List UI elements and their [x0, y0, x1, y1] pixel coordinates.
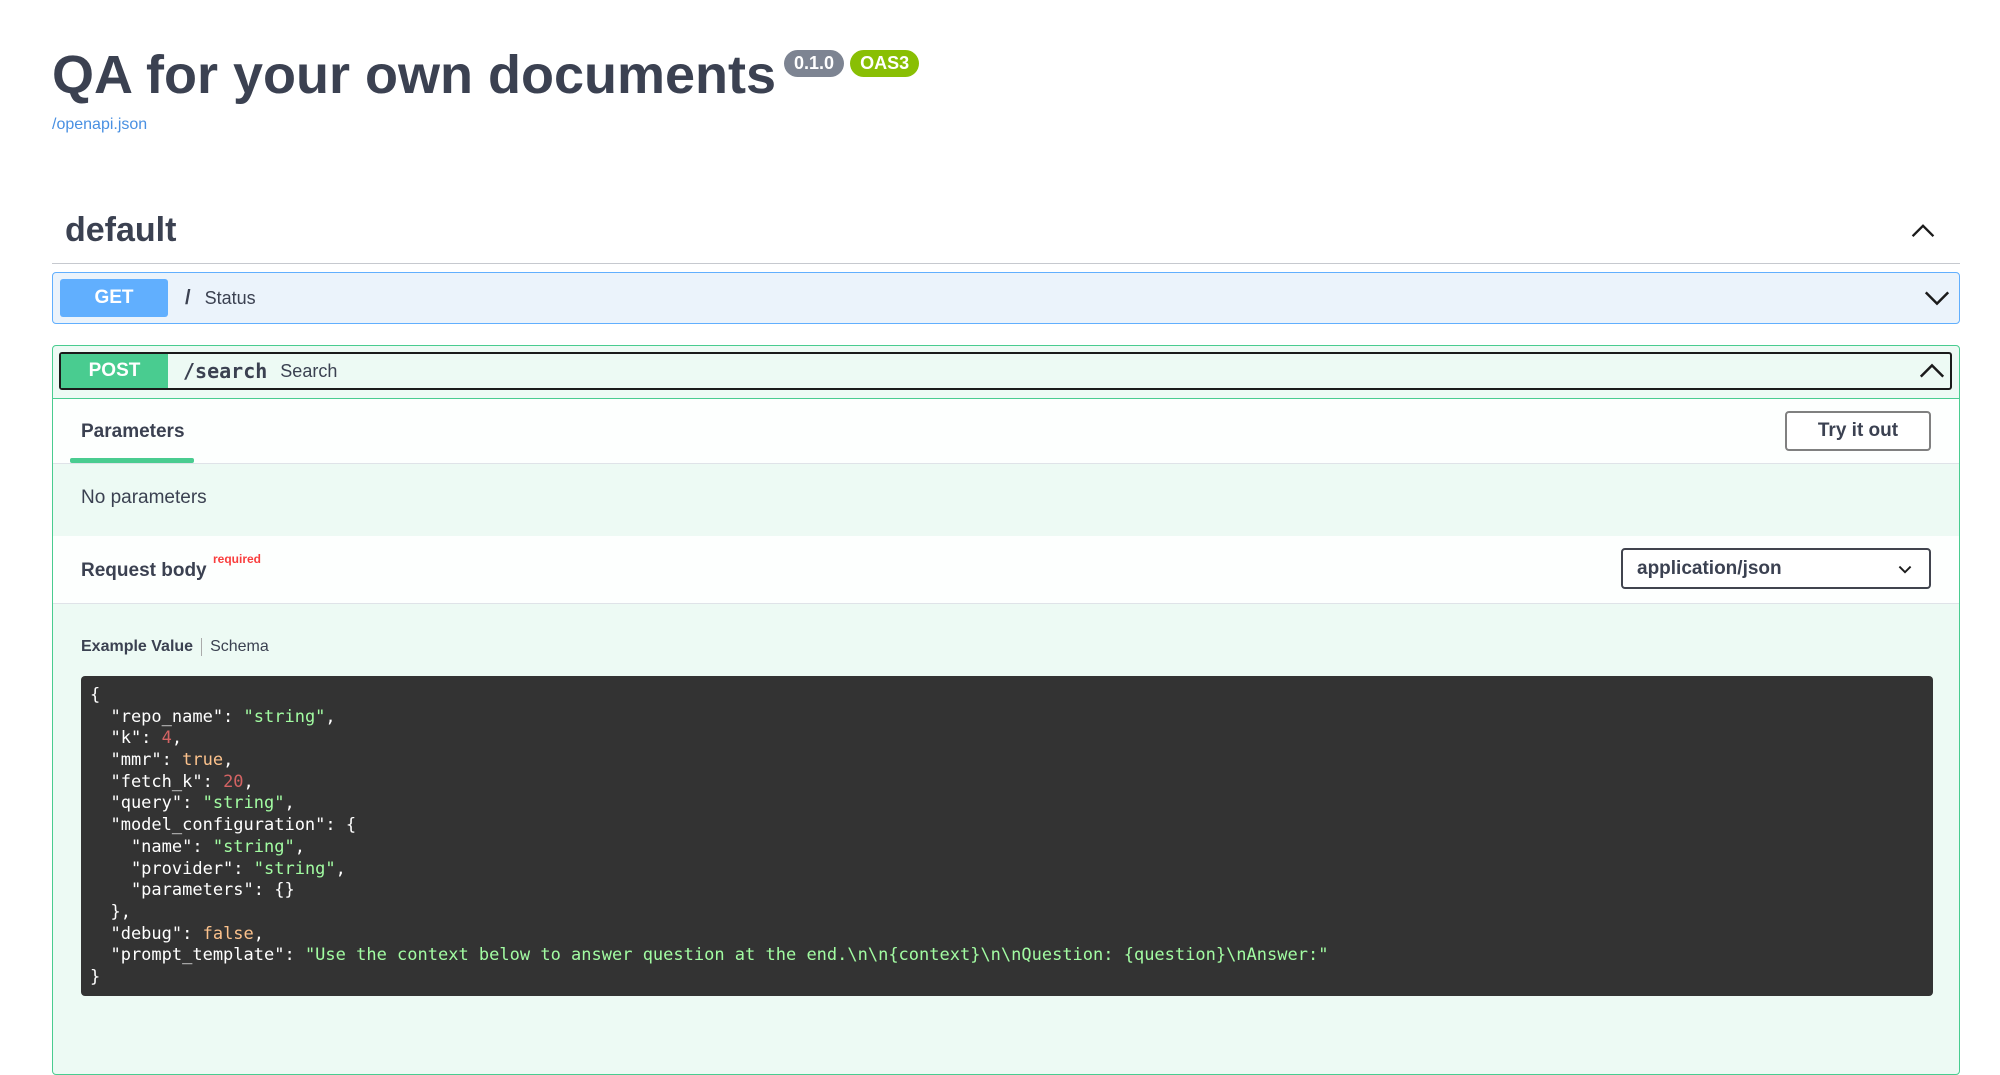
code-line: "mmr": true,: [90, 750, 1933, 772]
code-line: }: [90, 967, 1933, 989]
openapi-json-link[interactable]: /openapi.json: [52, 116, 919, 134]
operation-summary: Search: [280, 360, 338, 381]
code-line: "model_configuration": {: [90, 815, 1933, 837]
code-token: 20: [223, 771, 244, 792]
code-token: 4: [161, 728, 172, 749]
code-line: },: [90, 902, 1933, 924]
tab-divider: [201, 638, 203, 656]
chevron-down-icon[interactable]: [1923, 284, 1951, 312]
oas-badge: OAS3: [850, 50, 920, 77]
code-token: ,: [284, 793, 295, 814]
content-type-select[interactable]: application/json: [1621, 548, 1931, 589]
code-line: "k": 4,: [90, 728, 1933, 750]
operation-post-search: POST /search Search Parameters Try it ou…: [52, 345, 1960, 1075]
tab-example-value[interactable]: Example Value: [81, 638, 193, 656]
code-line: {: [90, 685, 1933, 707]
code-token: {: [90, 685, 101, 705]
code-token: "name":: [90, 836, 213, 857]
code-token: },: [90, 901, 131, 922]
code-line: "repo_name": "string",: [90, 707, 1933, 729]
operation-summary: Status: [204, 287, 256, 308]
code-token: "string": [243, 706, 326, 727]
chevron-down-icon: [1898, 565, 1912, 574]
code-token: "Use the context below to answer questio…: [304, 945, 1329, 966]
code-token: "fetch_k":: [90, 771, 224, 792]
code-line: "fetch_k": 20,: [90, 772, 1933, 794]
code-line: "prompt_template": "Use the context belo…: [90, 945, 1933, 967]
active-tab-indicator: [70, 458, 194, 463]
operation-get-status[interactable]: GET / Status: [52, 272, 1960, 324]
code-token: "mmr":: [90, 750, 183, 771]
tag-title: default: [65, 211, 177, 249]
code-line: "debug": false,: [90, 924, 1933, 946]
operation-path: /search: [183, 359, 268, 383]
code-token: "debug":: [90, 923, 203, 944]
code-token: "prompt_template":: [90, 945, 305, 966]
code-line: "name": "string",: [90, 837, 1933, 859]
tab-schema[interactable]: Schema: [210, 638, 269, 656]
code-token: ,: [171, 728, 183, 749]
method-badge-post: POST: [61, 354, 168, 388]
page-title: QA for your own documents: [52, 45, 777, 105]
chevron-up-icon[interactable]: [1918, 357, 1946, 385]
example-tabs: Example Value Schema: [81, 638, 269, 656]
code-token: "provider":: [90, 858, 254, 879]
code-token: "k":: [90, 728, 162, 749]
code-line: "query": "string",: [90, 793, 1933, 815]
code-token: "query":: [90, 793, 203, 814]
code-token: "model_configuration": {: [90, 815, 357, 836]
method-badge-get: GET: [60, 279, 168, 317]
request-body-title: Request body: [81, 560, 207, 581]
request-body-header: Request body required application/json: [53, 536, 1959, 604]
code-token: "string": [202, 793, 285, 814]
code-token: false: [202, 923, 254, 944]
code-token: ,: [243, 771, 254, 792]
code-line: "parameters": {}: [90, 880, 1933, 902]
parameters-header: Parameters Try it out: [53, 398, 1959, 464]
code-token: }: [90, 966, 101, 987]
tag-section-default[interactable]: default: [52, 198, 1960, 264]
required-marker: required: [213, 552, 262, 566]
operation-summary-bar[interactable]: POST /search Search: [59, 352, 1952, 390]
tab-parameters[interactable]: Parameters: [81, 421, 185, 443]
title-row: QA for your own documents 0.1.0 OAS3: [52, 44, 920, 106]
code-token: "repo_name":: [90, 706, 244, 727]
operation-path: /: [185, 286, 191, 309]
code-token: "string": [212, 836, 295, 857]
try-it-out-button[interactable]: Try it out: [1785, 411, 1931, 451]
code-token: ,: [335, 858, 346, 879]
version-badge: 0.1.0: [784, 50, 845, 77]
code-token: ,: [253, 923, 265, 944]
api-info: QA for your own documents 0.1.0 OAS3 /op…: [52, 44, 920, 134]
chevron-up-icon[interactable]: [1910, 218, 1936, 244]
example-value-code[interactable]: { "repo_name": "string", "k": 4, "mmr": …: [81, 676, 1933, 996]
code-token: true: [182, 750, 224, 771]
code-token: "parameters": {}: [90, 880, 295, 901]
code-token: ,: [325, 706, 336, 727]
code-token: ,: [223, 750, 234, 771]
no-parameters-text: No parameters: [81, 487, 207, 508]
code-token: ,: [294, 836, 305, 857]
code-token: "string": [253, 858, 336, 879]
code-line: "provider": "string",: [90, 859, 1933, 881]
content-type-value: application/json: [1637, 557, 1782, 579]
